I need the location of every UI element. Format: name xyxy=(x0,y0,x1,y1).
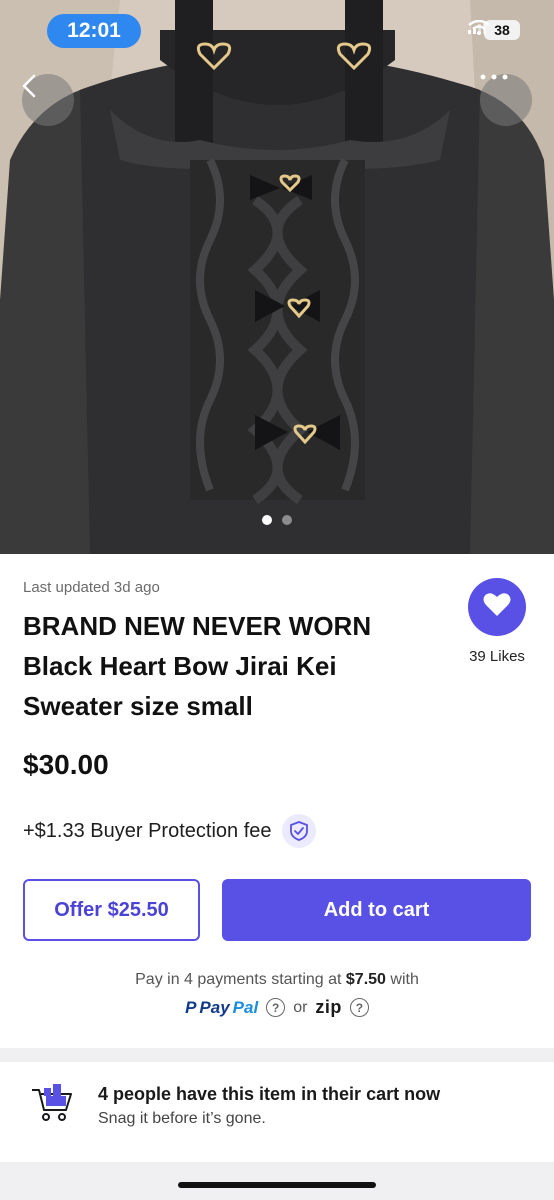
shopping-cart-icon xyxy=(30,1080,74,1129)
fee-text: +$1.33 Buyer Protection fee xyxy=(23,819,272,842)
paypal-p-icon: P xyxy=(185,997,197,1017)
home-indicator[interactable] xyxy=(178,1182,376,1188)
heart-icon xyxy=(483,592,511,622)
offer-button[interactable]: Offer $25.50 xyxy=(23,879,200,941)
add-to-cart-button[interactable]: Add to cart xyxy=(222,879,531,941)
shield-check-icon[interactable] xyxy=(281,814,316,848)
paypal-help-icon[interactable]: ? xyxy=(266,998,286,1017)
zip-help-icon[interactable]: ? xyxy=(349,998,369,1017)
cart-popularity-notice: 4 people have this item in their cart no… xyxy=(30,1080,440,1130)
status-icons: 38 xyxy=(468,20,520,40)
status-time: 12:01 xyxy=(47,14,141,48)
section-divider xyxy=(0,1048,554,1062)
last-updated-text: Last updated 3d ago xyxy=(23,579,160,596)
pagination-dot-active[interactable] xyxy=(262,515,272,525)
payment-providers: P Pay Pal ? or zip ? xyxy=(0,997,554,1018)
pay-later-suffix: with xyxy=(390,971,419,988)
listing-title: BRAND NEW NEVER WORN Black Heart Bow Jir… xyxy=(23,611,372,721)
price: $30.00 xyxy=(23,749,109,780)
buyer-protection-fee: +$1.33 Buyer Protection fee xyxy=(23,814,316,848)
pay-later-amount: $7.50 xyxy=(345,971,386,988)
likes-count: 39 Likes xyxy=(469,648,525,665)
like-button[interactable] xyxy=(468,578,526,636)
photo-pagination xyxy=(0,515,554,525)
back-button[interactable] xyxy=(22,74,74,126)
or-text: or xyxy=(293,998,308,1016)
pay-later-prefix: Pay in 4 payments starting at xyxy=(135,971,342,988)
more-options-button[interactable] xyxy=(480,74,532,126)
bottom-divider xyxy=(0,1162,554,1200)
cart-notice-title: 4 people have this item in their cart no… xyxy=(98,1084,441,1104)
sweater-image xyxy=(0,0,554,554)
paypal-logo[interactable]: P Pay Pal xyxy=(185,998,258,1018)
product-photo[interactable]: 12:01 38 xyxy=(0,0,554,554)
pay-later-text: Pay in 4 payments starting at $7.50 with xyxy=(0,971,554,989)
zip-logo[interactable]: zip xyxy=(315,997,342,1018)
like-section: 39 Likes xyxy=(466,578,528,665)
pagination-dot[interactable] xyxy=(282,515,292,525)
cart-notice-subtitle: Snag it before it’s gone. xyxy=(98,1110,266,1127)
